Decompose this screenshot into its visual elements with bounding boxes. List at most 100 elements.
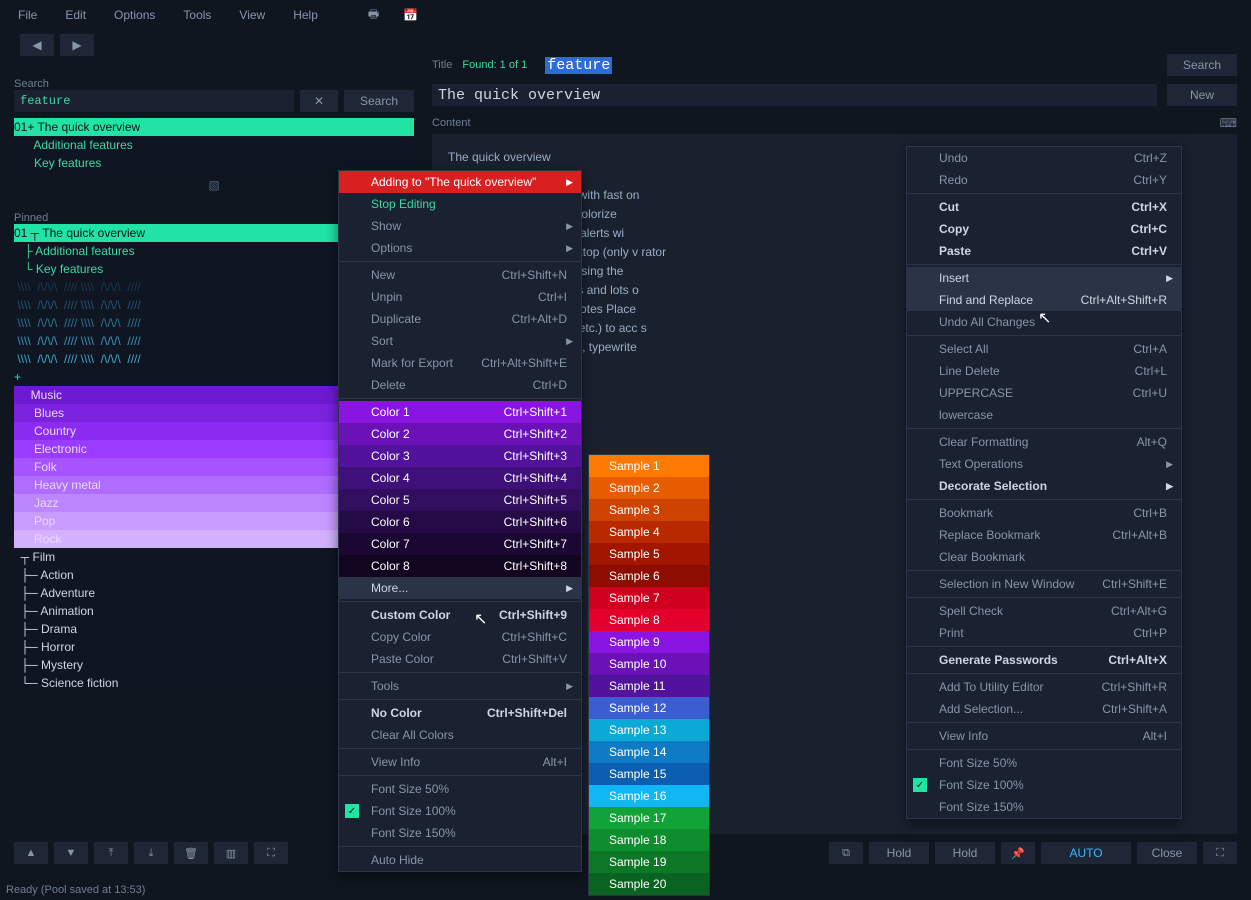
color-samples-submenu[interactable]: Sample 1Sample 2Sample 3Sample 4Sample 5… (588, 454, 710, 896)
move-up-button[interactable]: ▲ (14, 842, 48, 864)
menu-item[interactable]: Paste ColorCtrl+Shift+V (339, 648, 581, 670)
menu-item[interactable]: CutCtrl+X (907, 196, 1181, 218)
sample-color[interactable]: Sample 19 (589, 851, 709, 873)
menu-item[interactable]: Selection in New WindowCtrl+Shift+E (907, 573, 1181, 595)
edit-context-menu[interactable]: UndoCtrl+ZRedoCtrl+YCutCtrl+XCopyCtrl+CP… (906, 146, 1182, 819)
menu-item[interactable]: Spell CheckCtrl+Alt+G (907, 600, 1181, 622)
trash-button[interactable]: 🗑 (174, 842, 208, 864)
menu-item[interactable]: Options▶ (339, 237, 581, 259)
menu-item[interactable]: More...▶ (339, 577, 581, 599)
menu-item[interactable]: Mark for ExportCtrl+Alt+Shift+E (339, 352, 581, 374)
sample-color[interactable]: Sample 1 (589, 455, 709, 477)
sample-color[interactable]: Sample 12 (589, 697, 709, 719)
search-button[interactable]: Search (344, 90, 414, 112)
calendar-icon[interactable]: 📅 (393, 4, 428, 26)
sample-color[interactable]: Sample 13 (589, 719, 709, 741)
color-option[interactable]: Color 2Ctrl+Shift+2 (339, 423, 581, 445)
auto-button[interactable]: AUTO (1041, 842, 1131, 864)
menu-item[interactable]: Font Size 150% (907, 796, 1181, 818)
menu-item[interactable]: Font Size 150% (339, 822, 581, 844)
menu-item[interactable]: Add To Utility EditorCtrl+Shift+R (907, 676, 1181, 698)
effects-button-2[interactable]: ⛶ (1203, 842, 1237, 864)
columns-button[interactable]: ▥ (214, 842, 248, 864)
color-option[interactable]: Color 5Ctrl+Shift+5 (339, 489, 581, 511)
hold-button-1[interactable]: Hold (869, 842, 929, 864)
menu-tools[interactable]: Tools (171, 4, 223, 26)
menu-item[interactable]: Auto Hide (339, 849, 581, 871)
menu-item[interactable]: View InfoAlt+I (907, 725, 1181, 747)
title-search-button[interactable]: Search (1167, 54, 1237, 76)
move-down-button[interactable]: ▼ (54, 842, 88, 864)
bookmark-icon-button[interactable]: ⧉ (829, 842, 863, 864)
menu-item[interactable]: UndoCtrl+Z (907, 147, 1181, 169)
keyboard-icon[interactable]: ⌨ (1220, 116, 1237, 130)
title-input[interactable] (432, 84, 1157, 106)
menu-item[interactable]: UnpinCtrl+I (339, 286, 581, 308)
color-option[interactable]: Color 3Ctrl+Shift+3 (339, 445, 581, 467)
sample-color[interactable]: Sample 14 (589, 741, 709, 763)
sample-color[interactable]: Sample 16 (589, 785, 709, 807)
menu-item[interactable]: View InfoAlt+I (339, 751, 581, 773)
sample-color[interactable]: Sample 6 (589, 565, 709, 587)
effects-button[interactable]: ⛶ (254, 842, 288, 864)
move-bottom-button[interactable]: ⤓ (134, 842, 168, 864)
clear-search-button[interactable]: ✕ (300, 90, 338, 112)
sample-color[interactable]: Sample 3 (589, 499, 709, 521)
menu-help[interactable]: Help (281, 4, 330, 26)
menu-item[interactable]: Add Selection...Ctrl+Shift+A (907, 698, 1181, 720)
menu-item[interactable]: Adding to "The quick overview"▶ (339, 171, 581, 193)
menu-item[interactable]: Text Operations▶ (907, 453, 1181, 475)
menu-item[interactable]: Custom ColorCtrl+Shift+9 (339, 604, 581, 626)
sample-color[interactable]: Sample 15 (589, 763, 709, 785)
search-input[interactable] (14, 90, 294, 112)
menu-item[interactable]: NewCtrl+Shift+N (339, 264, 581, 286)
menu-view[interactable]: View (227, 4, 277, 26)
menu-item[interactable]: No ColorCtrl+Shift+Del (339, 702, 581, 724)
tree-item[interactable]: 01+ The quick overview (14, 118, 414, 136)
menu-item[interactable]: PasteCtrl+V (907, 240, 1181, 262)
menu-item[interactable]: Copy ColorCtrl+Shift+C (339, 626, 581, 648)
menu-item[interactable]: Tools▶ (339, 675, 581, 697)
sample-color[interactable]: Sample 8 (589, 609, 709, 631)
menu-item[interactable]: Show▶ (339, 215, 581, 237)
menu-item[interactable]: Stop Editing (339, 193, 581, 215)
menu-item[interactable]: DuplicateCtrl+Alt+D (339, 308, 581, 330)
menu-item[interactable]: CopyCtrl+C (907, 218, 1181, 240)
menu-item[interactable]: BookmarkCtrl+B (907, 502, 1181, 524)
color-option[interactable]: Color 7Ctrl+Shift+7 (339, 533, 581, 555)
tree-item[interactable]: Additional features (14, 136, 414, 154)
sample-color[interactable]: Sample 9 (589, 631, 709, 653)
nav-next-button[interactable]: ▶ (60, 34, 94, 56)
menu-item[interactable]: Undo All Changes (907, 311, 1181, 333)
menu-item[interactable]: PrintCtrl+P (907, 622, 1181, 644)
sample-color[interactable]: Sample 11 (589, 675, 709, 697)
menu-item[interactable]: Font Size 50% (339, 778, 581, 800)
menu-item[interactable]: Line DeleteCtrl+L (907, 360, 1181, 382)
sample-color[interactable]: Sample 20 (589, 873, 709, 895)
menu-item[interactable]: RedoCtrl+Y (907, 169, 1181, 191)
menu-item[interactable]: Clear All Colors (339, 724, 581, 746)
sample-color[interactable]: Sample 7 (589, 587, 709, 609)
sample-color[interactable]: Sample 4 (589, 521, 709, 543)
pin-button[interactable]: 📌 (1001, 842, 1035, 864)
sample-color[interactable]: Sample 10 (589, 653, 709, 675)
menu-item[interactable]: Generate PasswordsCtrl+Alt+X (907, 649, 1181, 671)
nav-prev-button[interactable]: ◀ (20, 34, 54, 56)
menu-item[interactable]: UPPERCASECtrl+U (907, 382, 1181, 404)
sample-color[interactable]: Sample 2 (589, 477, 709, 499)
new-button[interactable]: New (1167, 84, 1237, 106)
printer-icon[interactable]: 🖶 (358, 1, 389, 30)
move-top-button[interactable]: ⤒ (94, 842, 128, 864)
menu-item[interactable]: Insert▶ (907, 267, 1181, 289)
sample-color[interactable]: Sample 5 (589, 543, 709, 565)
menu-file[interactable]: File (6, 4, 49, 26)
menu-item[interactable]: lowercase (907, 404, 1181, 426)
color-option[interactable]: Color 8Ctrl+Shift+8 (339, 555, 581, 577)
sample-color[interactable]: Sample 18 (589, 829, 709, 851)
menu-edit[interactable]: Edit (53, 4, 98, 26)
menu-item[interactable]: Font Size 50% (907, 752, 1181, 774)
menu-options[interactable]: Options (102, 4, 167, 26)
color-option[interactable]: Color 6Ctrl+Shift+6 (339, 511, 581, 533)
menu-item[interactable]: Font Size 100%✓ (907, 774, 1181, 796)
menu-item[interactable]: Font Size 100%✓ (339, 800, 581, 822)
